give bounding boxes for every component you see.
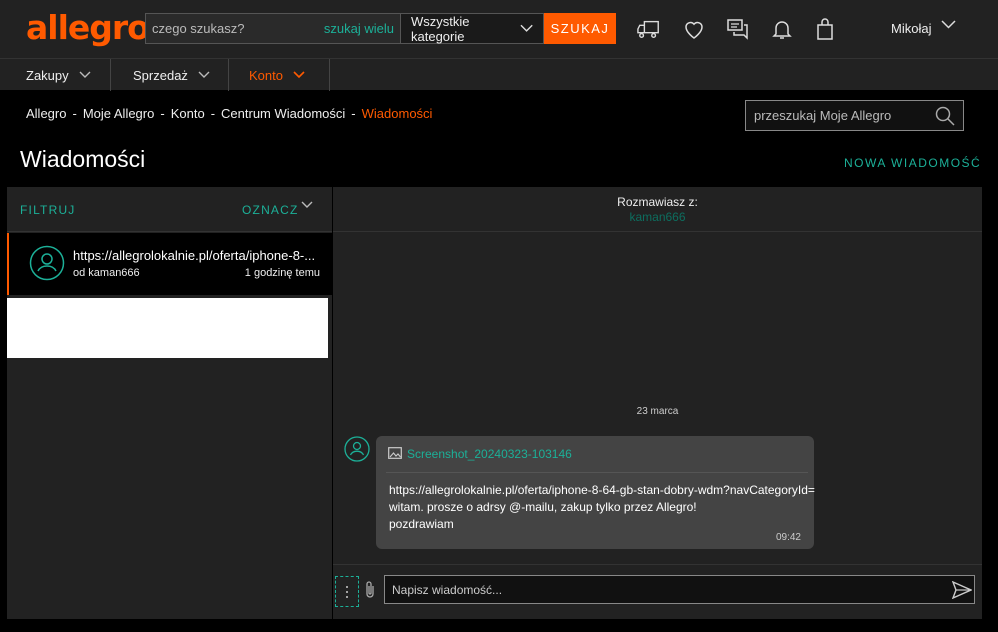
delivery-truck-icon[interactable] bbox=[637, 17, 661, 41]
new-message-button[interactable]: NOWA WIADOMOŚĆ bbox=[844, 156, 981, 170]
message-line: https://allegrolokalnie.pl/oferta/iphone… bbox=[389, 483, 815, 497]
divider bbox=[386, 472, 808, 473]
send-icon[interactable] bbox=[952, 581, 972, 599]
conversation-header: Rozmawiasz z: kaman666 bbox=[333, 187, 982, 232]
nav-item-label: Sprzedaż bbox=[133, 67, 188, 83]
compose-row: Napisz wiadomość... bbox=[333, 564, 982, 619]
nav-item-konto[interactable]: Konto bbox=[229, 59, 330, 91]
user-menu-name[interactable]: Mikołaj bbox=[891, 21, 931, 36]
conversation-panel: Rozmawiasz z: kaman666 23 marca Screensh… bbox=[333, 187, 982, 619]
attachment-link[interactable]: Screenshot_20240323-103146 bbox=[407, 447, 572, 461]
date-separator: 23 marca bbox=[636, 406, 679, 417]
user-avatar-icon bbox=[29, 245, 65, 281]
thread-time: 1 godzinę temu bbox=[244, 267, 320, 279]
breadcrumb-current: Wiadomości bbox=[361, 106, 433, 121]
message-line: witam. prosze o adrsy @-mailu, zakup tyl… bbox=[389, 500, 697, 514]
breadcrumb: Allegro - Moje Allegro - Konto - Centrum Wiado… bbox=[26, 106, 432, 121]
my-search-placeholder: przeszukaj Moje Allegro bbox=[754, 108, 892, 123]
compose-placeholder: Napisz wiadomość... bbox=[392, 582, 503, 597]
message-line: pozdrawiam bbox=[389, 517, 454, 531]
search-icon[interactable] bbox=[935, 106, 955, 126]
thread-item[interactable]: https://allegrolokalnie.pl/oferta/iphone… bbox=[7, 233, 332, 295]
chevron-down-icon bbox=[293, 71, 305, 79]
category-label: Wszystkie kategorie bbox=[411, 13, 470, 44]
cart-bag-icon[interactable] bbox=[813, 17, 837, 41]
thread-sender: od kaman666 bbox=[73, 267, 140, 279]
filter-bar: FILTRUJ OZNACZ bbox=[7, 187, 332, 232]
breadcrumb-separator: - bbox=[351, 106, 356, 121]
search-button[interactable]: SZUKAJ bbox=[544, 13, 616, 44]
paperclip-icon[interactable] bbox=[363, 580, 377, 600]
messages-icon[interactable] bbox=[726, 17, 750, 41]
my-allegro-search-input[interactable]: przeszukaj Moje Allegro bbox=[745, 100, 964, 131]
message-time: 09:42 bbox=[775, 532, 801, 543]
search-many-link[interactable]: szukaj wielu bbox=[324, 21, 394, 36]
breadcrumb-item[interactable]: Moje Allegro bbox=[83, 106, 155, 121]
conversation-with-user[interactable]: kaman666 bbox=[333, 210, 982, 224]
breadcrumb-item[interactable]: Allegro bbox=[26, 106, 66, 121]
more-options-button[interactable] bbox=[335, 576, 359, 607]
nav-item-sprzedaz[interactable]: Sprzedaż bbox=[111, 59, 229, 91]
breadcrumb-separator: - bbox=[210, 106, 216, 121]
nav-item-label: Zakupy bbox=[26, 67, 69, 83]
allegro-logo[interactable]: allegro bbox=[26, 8, 150, 47]
bell-icon[interactable] bbox=[770, 17, 794, 41]
message-bubble: Screenshot_20240323-103146 https://alleg… bbox=[376, 436, 815, 549]
image-icon bbox=[388, 447, 402, 459]
breadcrumb-item[interactable]: Centrum Wiadomości bbox=[221, 106, 345, 121]
redacted-thread-item[interactable] bbox=[7, 298, 328, 358]
user-avatar-icon bbox=[344, 436, 370, 462]
nav-item-zakupy[interactable]: Zakupy bbox=[0, 59, 111, 91]
mark-button[interactable]: OZNACZ bbox=[242, 203, 299, 217]
heart-icon[interactable] bbox=[682, 17, 706, 41]
account-nav: Zakupy Sprzedaż Konto bbox=[0, 58, 998, 91]
chevron-down-icon[interactable] bbox=[301, 201, 313, 209]
search-placeholder: czego szukasz? bbox=[152, 21, 245, 36]
thread-list-panel: FILTRUJ OZNACZ https://allegrolokalnie.p… bbox=[7, 187, 332, 619]
top-header: allegro czego szukasz? szukaj wielu Wszy… bbox=[0, 0, 998, 58]
nav-item-label: Konto bbox=[249, 67, 283, 83]
search-input[interactable]: czego szukasz? szukaj wielu bbox=[145, 13, 400, 44]
chevron-down-icon[interactable] bbox=[941, 20, 956, 30]
category-select[interactable]: Wszystkie kategorie bbox=[400, 13, 544, 44]
chevron-down-icon bbox=[198, 71, 210, 78]
conversation-with-label: Rozmawiasz z: bbox=[617, 195, 698, 209]
message-body: https://allegrolokalnie.pl/oferta/iphone… bbox=[389, 482, 815, 533]
breadcrumb-separator: - bbox=[160, 106, 165, 121]
page-title: Wiadomości bbox=[20, 146, 146, 172]
message-compose-input[interactable]: Napisz wiadomość... bbox=[384, 575, 975, 604]
chevron-down-icon bbox=[520, 24, 533, 32]
search-bar: czego szukasz? szukaj wielu Wszystkie ka… bbox=[145, 13, 616, 44]
thread-title: https://allegrolokalnie.pl/oferta/iphone… bbox=[73, 248, 316, 263]
breadcrumb-separator: - bbox=[72, 106, 77, 121]
chevron-down-icon bbox=[79, 71, 91, 78]
filter-button[interactable]: FILTRUJ bbox=[20, 203, 76, 217]
breadcrumb-item[interactable]: Konto bbox=[171, 106, 205, 121]
